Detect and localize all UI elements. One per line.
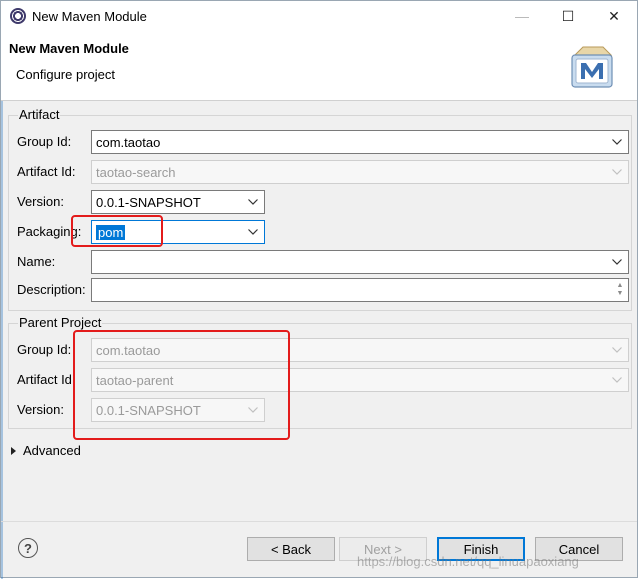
wizard-header: New Maven Module Configure project bbox=[1, 31, 637, 101]
chevron-down-icon bbox=[606, 369, 628, 391]
name-row: Name: bbox=[17, 250, 629, 274]
maximize-button[interactable]: ☐ bbox=[545, 1, 591, 31]
scroll-arrows-icon[interactable]: ▲ ▼ bbox=[612, 279, 628, 301]
chevron-down-icon[interactable] bbox=[606, 131, 628, 153]
artifact-id-combo: taotao-search bbox=[91, 160, 629, 184]
chevron-down-icon bbox=[606, 161, 628, 183]
artifact-id-label: Artifact Id: bbox=[17, 164, 76, 179]
name-combo[interactable] bbox=[91, 250, 629, 274]
minimize-button[interactable]: — bbox=[499, 1, 545, 31]
parent-project-group-label: Parent Project bbox=[18, 315, 103, 330]
group-id-combo[interactable]: com.taotao bbox=[91, 130, 629, 154]
group-id-label: Group Id: bbox=[17, 134, 72, 149]
triangle-right-icon bbox=[11, 446, 16, 455]
chevron-down-icon[interactable] bbox=[606, 251, 628, 273]
advanced-label: Advanced bbox=[23, 443, 81, 458]
chevron-down-icon[interactable] bbox=[242, 191, 264, 213]
version-label: Version: bbox=[17, 194, 64, 209]
version-value: 0.0.1-SNAPSHOT bbox=[96, 194, 201, 210]
artifact-group-label: Artifact bbox=[18, 107, 61, 122]
wizard-title: New Maven Module bbox=[9, 41, 129, 56]
artifact-group: Artifact Group Id: com.taotao Artifact I… bbox=[8, 107, 632, 311]
help-icon[interactable]: ? bbox=[18, 538, 38, 558]
advanced-toggle[interactable]: Advanced bbox=[11, 443, 81, 458]
window-controls: — ☐ ✕ bbox=[499, 1, 637, 31]
version-combo[interactable]: 0.0.1-SNAPSHOT bbox=[91, 190, 265, 214]
parent-group-id-label: Group Id: bbox=[17, 342, 72, 357]
group-id-value: com.taotao bbox=[96, 134, 161, 150]
artifact-id-row: Artifact Id: taotao-search bbox=[17, 160, 629, 184]
parent-version-label: Version: bbox=[17, 402, 64, 417]
packaging-highlight-box bbox=[71, 215, 163, 247]
watermark-text: https://blog.csdn.net/qq_linuapaoxiang bbox=[357, 554, 579, 569]
chevron-down-icon bbox=[606, 339, 628, 361]
title-bar: New Maven Module — ☐ ✕ bbox=[1, 1, 637, 31]
maven-logo-icon bbox=[571, 46, 613, 88]
description-row: Description: ▲ ▼ bbox=[17, 278, 629, 302]
description-textarea[interactable]: ▲ ▼ bbox=[91, 278, 629, 302]
parent-artifact-id-label: Artifact Id: bbox=[17, 372, 76, 387]
description-label: Description: bbox=[17, 282, 86, 297]
close-button[interactable]: ✕ bbox=[591, 1, 637, 31]
version-row: Version: 0.0.1-SNAPSHOT bbox=[17, 190, 629, 214]
group-id-row: Group Id: com.taotao bbox=[17, 130, 629, 154]
artifact-id-value: taotao-search bbox=[96, 164, 176, 180]
back-button[interactable]: < Back bbox=[247, 537, 335, 561]
footer-divider bbox=[1, 521, 637, 522]
name-label: Name: bbox=[17, 254, 56, 269]
wizard-subtitle: Configure project bbox=[16, 67, 115, 82]
dialog-window: New Maven Module — ☐ ✕ New Maven Module … bbox=[0, 0, 638, 579]
parent-project-highlight-box bbox=[73, 330, 290, 440]
eclipse-icon bbox=[10, 8, 26, 24]
window-title: New Maven Module bbox=[32, 8, 147, 24]
chevron-down-icon[interactable] bbox=[242, 221, 264, 243]
